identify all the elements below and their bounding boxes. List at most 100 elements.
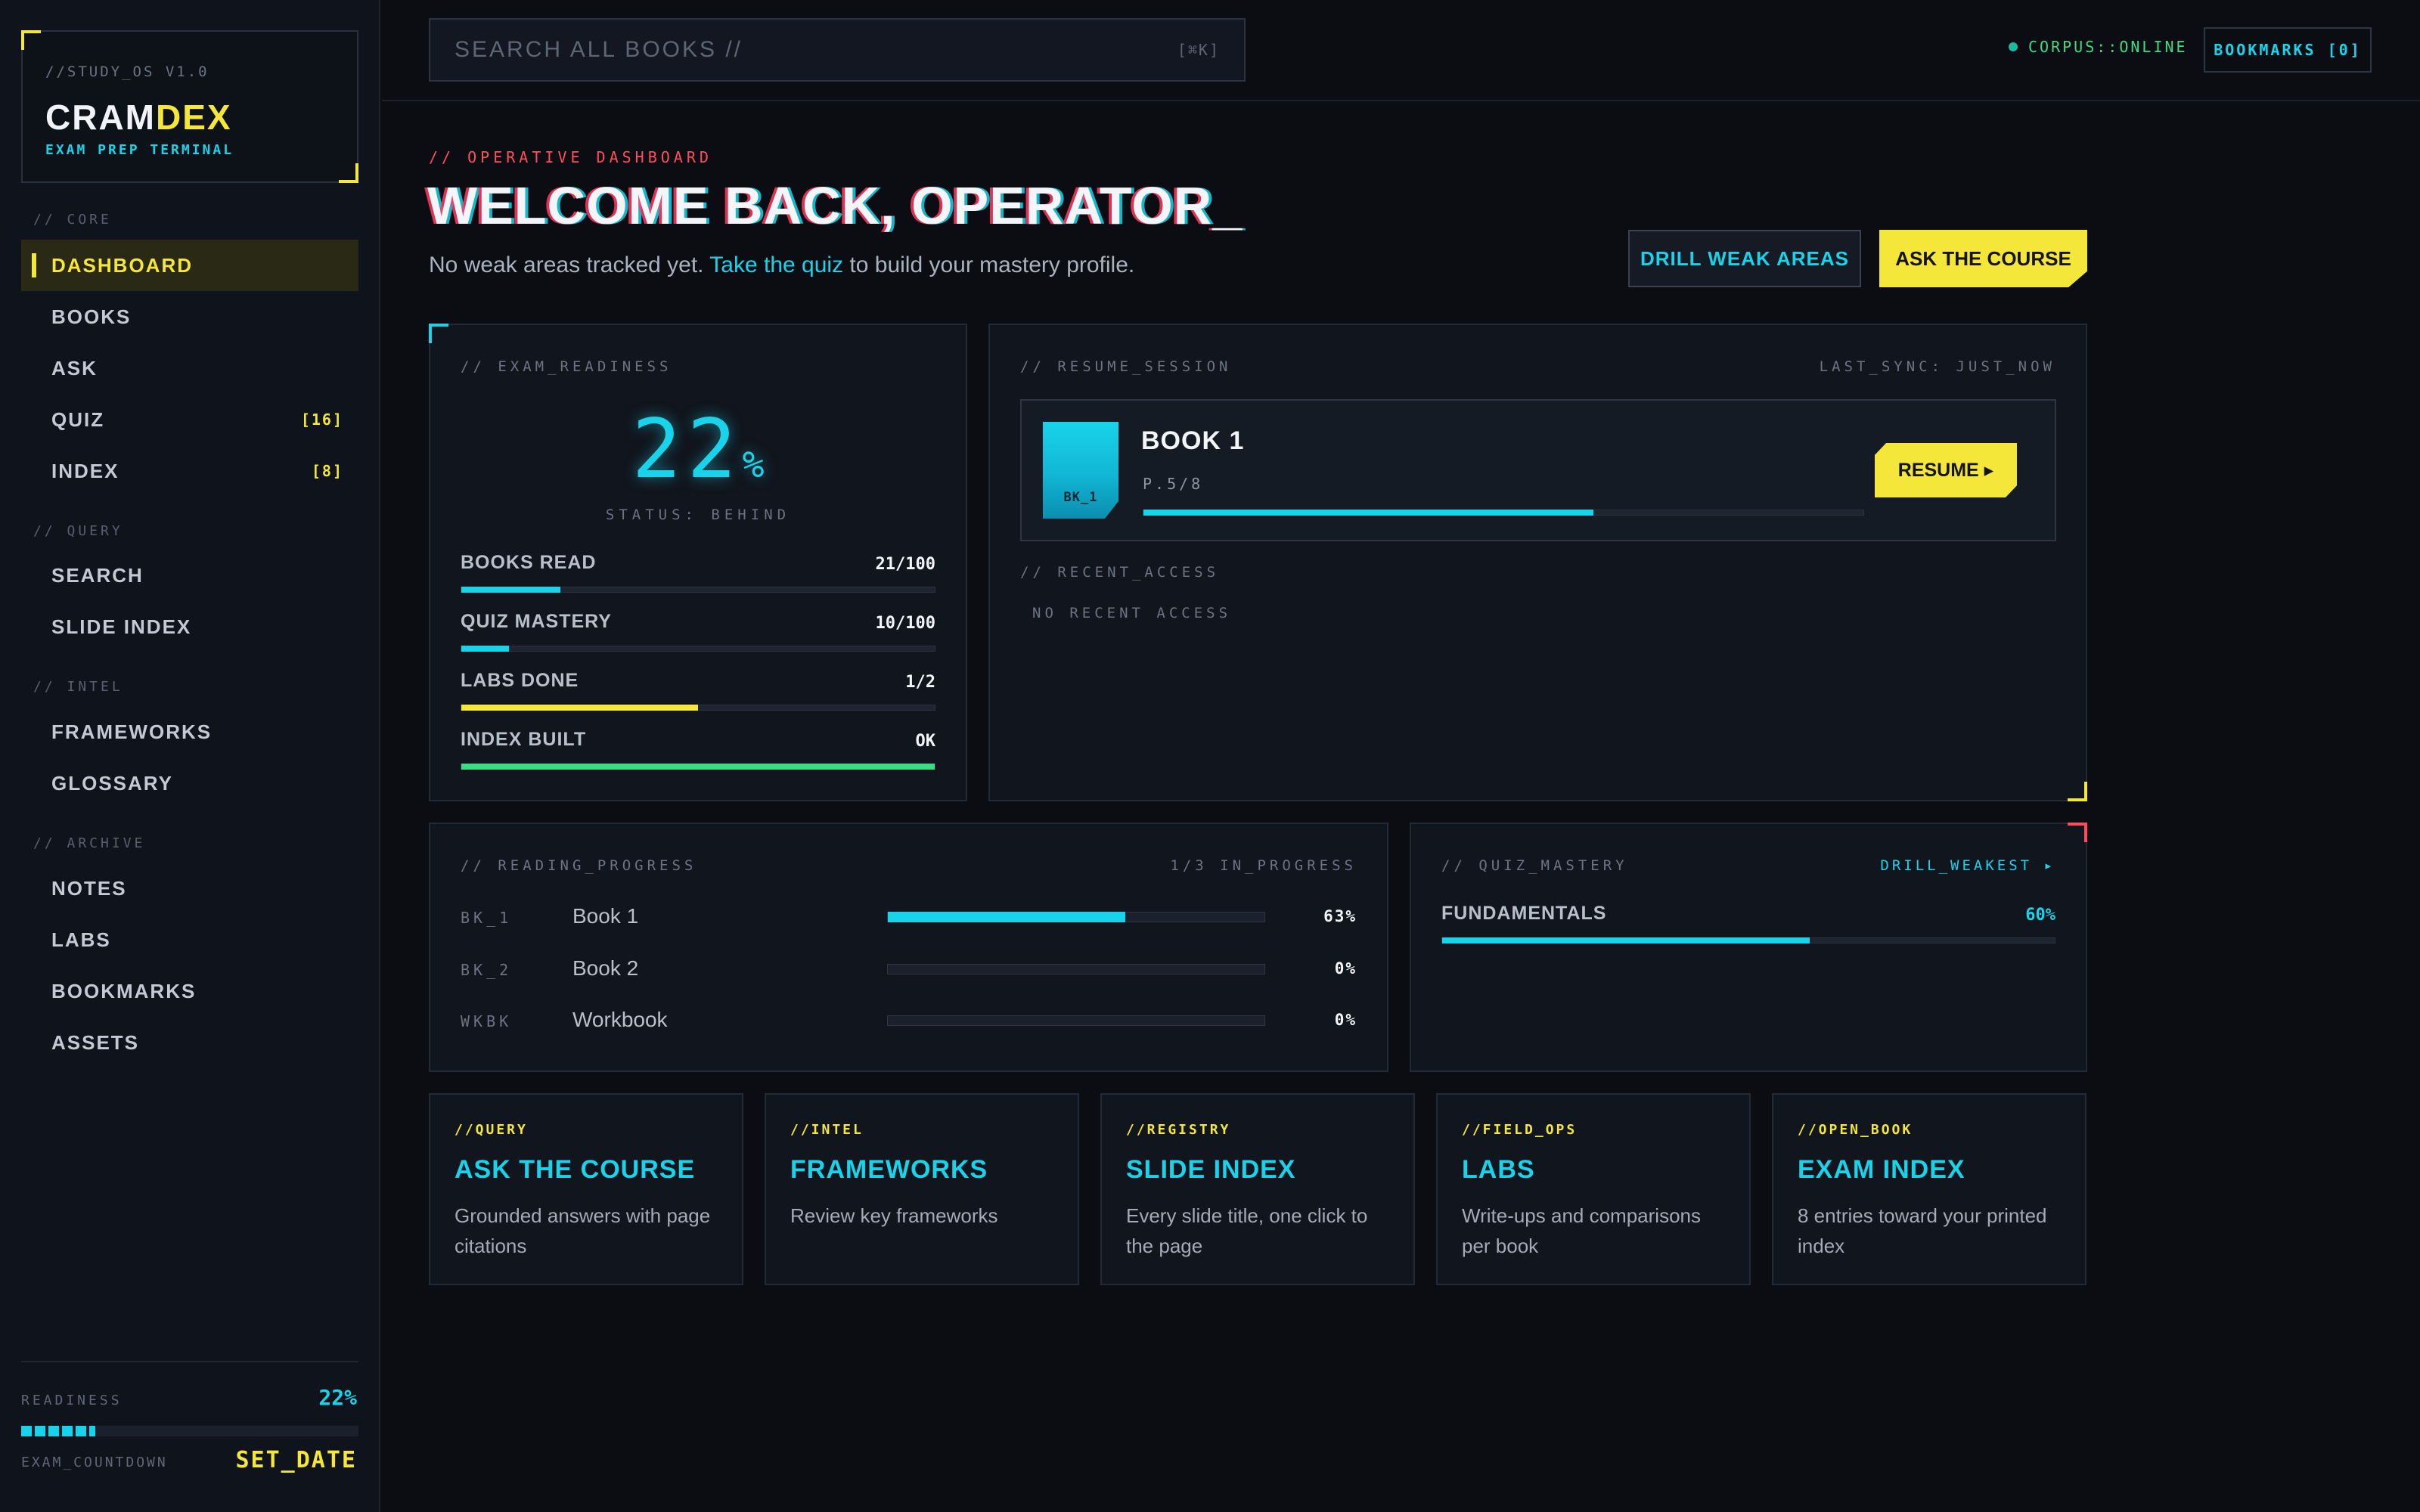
sidebar-item-label: ASK	[51, 356, 98, 380]
sidebar-item-label: NOTES	[51, 876, 127, 900]
resume-session-panel: // RESUME_SESSION LAST_SYNC: JUST_NOW BK…	[988, 324, 2087, 801]
brand-logo-box: //STUDY_OS V1.0 CRAMDEX EXAM PREP TERMIN…	[21, 30, 358, 183]
book-cover-code: BK_1	[1063, 490, 1098, 505]
book-name-link[interactable]: Workbook	[572, 1008, 668, 1032]
feature-card-labs[interactable]: //FIELD_OPS LABS Write-ups and compariso…	[1436, 1093, 1751, 1285]
logo-corner-accent	[339, 163, 358, 183]
panel-corner-accent	[2068, 823, 2087, 842]
index-count-badge: [8]	[311, 462, 343, 480]
sidebar-item-label: BOOKMARKS	[51, 979, 197, 1002]
sidebar-item-ask[interactable]: ASK	[21, 342, 358, 394]
resume-book-card[interactable]: BK_1 BOOK 1 P.5/8 RESUME ▸	[1020, 399, 2056, 541]
logo-corner-accent	[21, 30, 41, 50]
sidebar-item-label: QUIZ	[51, 407, 105, 431]
feature-card-title: EXAM INDEX	[1798, 1155, 1965, 1184]
sidebar-item-labs[interactable]: LABS	[21, 914, 358, 965]
book-name-link[interactable]: Book 1	[572, 904, 638, 928]
take-quiz-link[interactable]: Take the quiz	[709, 253, 843, 277]
sidebar-item-glossary[interactable]: GLOSSARY	[21, 758, 358, 809]
feature-card-title: FRAMEWORKS	[790, 1155, 988, 1184]
recent-access-label: // RECENT_ACCESS	[1020, 564, 1220, 581]
sidebar-readiness-value: 22%	[318, 1385, 357, 1410]
resume-page-indicator: P.5/8	[1143, 475, 1204, 493]
status-dot-icon	[2009, 42, 2018, 51]
feature-card-slide-index[interactable]: //REGISTRY SLIDE INDEX Every slide title…	[1100, 1093, 1415, 1285]
book-progress-bar	[887, 1015, 1265, 1026]
resume-progress-fill	[1143, 510, 1593, 516]
metric-value: 1/2	[905, 673, 935, 692]
sidebar-item-label: DASHBOARD	[51, 253, 193, 277]
metric-progress-fill	[461, 587, 561, 593]
hero-kicker: // OPERATIVE DASHBOARD	[429, 148, 712, 166]
book-progress-fill	[888, 912, 1125, 922]
app-version: //STUDY_OS V1.0	[45, 64, 209, 80]
reading-progress-summary: 1/3 IN_PROGRESS	[1170, 857, 1357, 874]
metric-progress-fill	[461, 705, 698, 711]
nav-section-core: // CORE	[33, 212, 112, 228]
book-progress-percent: 63%	[1323, 907, 1357, 925]
hero-subtitle-text: to build your mastery profile.	[843, 253, 1135, 277]
drill-weak-areas-button[interactable]: DRILL WEAK AREAS	[1628, 230, 1861, 287]
metric-progress-bar	[461, 705, 935, 711]
feature-card-frameworks[interactable]: //INTEL FRAMEWORKS Review key frameworks	[765, 1093, 1079, 1285]
metric-label: BOOKS READ	[461, 552, 597, 573]
readiness-status: STATUS: BEHIND	[605, 507, 791, 523]
feature-card-tag: //QUERY	[455, 1122, 528, 1138]
nav-section-query: // QUERY	[33, 523, 123, 539]
panel-corner-accent	[429, 324, 448, 343]
drill-weakest-link[interactable]: DRILL_WEAKEST ▸	[1880, 857, 2055, 874]
sidebar-item-bookmarks[interactable]: BOOKMARKS	[21, 965, 358, 1017]
sidebar-readiness-label: READINESS	[21, 1393, 123, 1408]
last-sync-status: LAST_SYNC: JUST_NOW	[1819, 358, 2055, 375]
metric-progress-fill	[461, 764, 935, 770]
book-name-link[interactable]: Book 2	[572, 956, 638, 981]
readiness-score-value: 22	[631, 402, 743, 497]
sidebar-readiness-bar	[21, 1426, 358, 1436]
search-input[interactable]	[455, 37, 1177, 63]
resume-button[interactable]: RESUME ▸	[1875, 443, 2017, 497]
sidebar-item-label: FRAMEWORKS	[51, 720, 213, 743]
feature-card-tag: //FIELD_OPS	[1462, 1122, 1578, 1138]
exam-countdown-set-date[interactable]: SET_DATE	[236, 1447, 358, 1473]
feature-card-ask-the-course[interactable]: //QUERY ASK THE COURSE Grounded answers …	[429, 1093, 743, 1285]
exam-countdown-label: EXAM_COUNTDOWN	[21, 1455, 168, 1470]
sidebar-item-books[interactable]: BOOKS	[21, 291, 358, 342]
sidebar-item-quiz[interactable]: QUIZ [16]	[21, 394, 358, 445]
feature-card-exam-index[interactable]: //OPEN_BOOK EXAM INDEX 8 entries toward …	[1772, 1093, 2086, 1285]
metric-progress-fill	[461, 646, 509, 652]
sidebar-item-assets[interactable]: ASSETS	[21, 1017, 358, 1068]
book-code: BK_2	[461, 961, 513, 979]
metric-label: LABS DONE	[461, 670, 579, 691]
feature-card-title: ASK THE COURSE	[455, 1155, 696, 1184]
reading-progress-panel: // READING_PROGRESS 1/3 IN_PROGRESS BK_1…	[429, 823, 1388, 1072]
hero-subtitle-text: No weak areas tracked yet.	[429, 253, 710, 277]
metric-label: QUIZ MASTERY	[461, 611, 612, 632]
sidebar-item-slide-index[interactable]: SLIDE INDEX	[21, 601, 358, 652]
quiz-topic-progress-bar	[1441, 937, 2055, 943]
sidebar-item-search[interactable]: SEARCH	[21, 550, 358, 601]
nav-section-intel: // INTEL	[33, 679, 123, 695]
sidebar-item-label: SLIDE INDEX	[51, 615, 192, 638]
sidebar-item-notes[interactable]: NOTES	[21, 863, 358, 914]
search-box[interactable]: [⌘K]	[429, 18, 1246, 82]
book-progress-bar	[887, 912, 1265, 922]
sidebar-divider	[21, 1361, 358, 1362]
resume-book-title: BOOK 1	[1141, 426, 1245, 455]
sidebar-item-index[interactable]: INDEX [8]	[21, 445, 358, 497]
brand-name: CRAMDEX	[45, 97, 232, 138]
top-bar: [⌘K] CORPUS::ONLINE BOOKMARKS [0]	[382, 0, 2420, 101]
readiness-score: 22%	[430, 402, 966, 497]
feature-card-description: Review key frameworks	[790, 1204, 998, 1227]
book-code: BK_1	[461, 909, 513, 927]
sidebar-item-frameworks[interactable]: FRAMEWORKS	[21, 706, 358, 758]
feature-card-title: SLIDE INDEX	[1126, 1155, 1296, 1184]
ask-the-course-button[interactable]: ASK THE COURSE	[1879, 230, 2087, 287]
brand-name-second: DEX	[155, 98, 232, 137]
sidebar-item-dashboard[interactable]: DASHBOARD	[21, 240, 358, 291]
quiz-topic-label: FUNDAMENTALS	[1441, 903, 1607, 924]
bookmarks-button[interactable]: BOOKMARKS [0]	[2204, 27, 2372, 73]
feature-card-description: 8 entries toward your printed index	[1798, 1204, 2047, 1257]
corpus-status-text: CORPUS::ONLINE	[2028, 38, 2188, 56]
search-shortcut-hint: [⌘K]	[1177, 41, 1220, 59]
feature-card-tag: //REGISTRY	[1126, 1122, 1231, 1138]
